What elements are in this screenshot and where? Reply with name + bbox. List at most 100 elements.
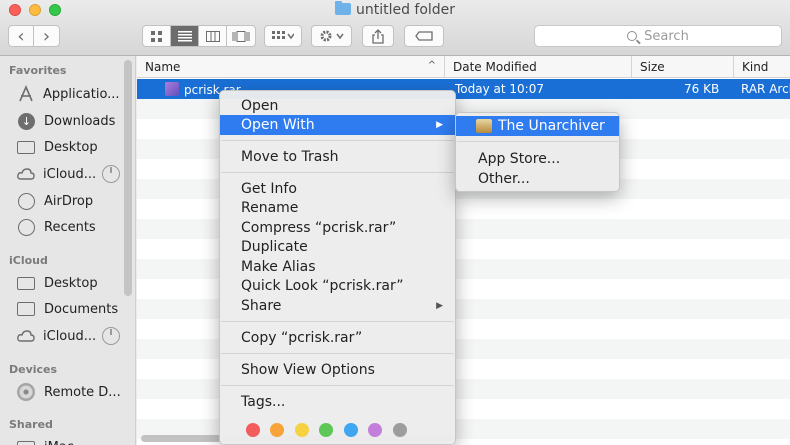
menu-separator	[221, 172, 454, 173]
submenu-arrow-icon: ▶	[436, 301, 443, 311]
tag-purple-dot[interactable]	[368, 423, 382, 437]
menu-item-label: Show View Options	[241, 362, 375, 378]
menu-separator	[457, 141, 618, 142]
action-button[interactable]	[311, 25, 352, 47]
sidebar-item-label: Documents	[44, 301, 119, 317]
menu-item-copy[interactable]: Copy “pcrisk.rar”	[220, 328, 455, 348]
sidebar: Favorites Applicatio... ↓ Downloads Desk…	[0, 56, 136, 445]
share-button[interactable]	[362, 25, 394, 47]
forward-button[interactable]: ›	[34, 26, 59, 46]
desktop-icon	[17, 276, 35, 290]
sidebar-item-icloud-drive[interactable]: iCloud...	[16, 163, 121, 185]
sidebar-item-recents[interactable]: Recents	[16, 216, 96, 238]
column-label: Name	[145, 60, 181, 74]
arrange-button[interactable]	[264, 25, 302, 47]
file-kind: RAR Archive	[741, 82, 790, 96]
sidebar-section-favorites: Favorites	[9, 64, 67, 77]
menu-item-duplicate[interactable]: Duplicate	[220, 237, 455, 257]
sidebar-item-remote-disc[interactable]: Remote D...	[16, 381, 121, 403]
search-field[interactable]: Search	[534, 25, 782, 47]
list-view-icon	[177, 30, 192, 41]
sidebar-item-downloads[interactable]: ↓ Downloads	[16, 110, 115, 132]
arrange-grid-icon	[272, 30, 294, 39]
sidebar-item-label: Recents	[44, 219, 96, 235]
sidebar-item-label: iMac	[44, 440, 74, 445]
sidebar-item-documents[interactable]: Documents	[16, 298, 118, 320]
sidebar-item-label: Desktop	[44, 139, 98, 155]
chevron-right-icon: ›	[42, 25, 51, 47]
sidebar-item-airdrop[interactable]: AirDrop	[16, 190, 93, 212]
menu-item-compress[interactable]: Compress “pcrisk.rar”	[220, 218, 455, 238]
menu-separator	[221, 140, 454, 141]
menu-item-get-info[interactable]: Get Info	[220, 179, 455, 199]
column-name[interactable]: Name ^	[137, 56, 445, 78]
column-size[interactable]: Size	[632, 56, 734, 78]
chevron-left-icon: ‹	[17, 25, 25, 47]
column-date-modified[interactable]: Date Modified	[445, 56, 632, 78]
tag-gray-dot[interactable]	[393, 423, 407, 437]
menu-item-show-view-options[interactable]: Show View Options	[220, 360, 455, 380]
back-button[interactable]: ‹	[9, 26, 34, 46]
sidebar-item-icloud-desktop[interactable]: Desktop	[16, 272, 98, 294]
downloads-icon: ↓	[18, 112, 35, 130]
file-date: Today at 10:07	[455, 82, 544, 96]
submenu-item-the-unarchiver[interactable]: The Unarchiver	[456, 116, 619, 136]
gear-icon	[320, 30, 344, 42]
sidebar-item-imac[interactable]: iMac	[16, 436, 74, 445]
sidebar-item-applications[interactable]: Applicatio...	[16, 83, 120, 105]
menu-item-rename[interactable]: Rename	[220, 198, 455, 218]
column-label: Kind	[742, 60, 769, 74]
applications-icon	[16, 85, 36, 103]
menu-item-label: Open	[241, 98, 279, 114]
menu-item-label: Get Info	[241, 181, 297, 197]
list-view-button[interactable]	[171, 26, 199, 46]
sidebar-item-label: iCloud...	[43, 166, 97, 182]
tag-green-dot[interactable]	[319, 423, 333, 437]
rar-archive-icon	[165, 82, 179, 96]
menu-separator	[221, 385, 454, 386]
tag-red-dot[interactable]	[246, 423, 260, 437]
search-placeholder: Search	[644, 28, 689, 44]
submenu-item-other[interactable]: Other...	[456, 169, 619, 189]
sidebar-item-label: Applicatio...	[43, 86, 120, 102]
menu-item-make-alias[interactable]: Make Alias	[220, 257, 455, 277]
sidebar-item-icloud-drive-2[interactable]: iCloud...	[16, 325, 121, 347]
sidebar-item-desktop[interactable]: Desktop	[16, 136, 98, 158]
computer-icon	[17, 441, 35, 445]
sidebar-item-label: iCloud...	[43, 328, 97, 344]
menu-item-tags[interactable]: Tags...	[220, 392, 455, 412]
tag-orange-dot[interactable]	[270, 423, 284, 437]
cover-flow-button[interactable]	[227, 26, 255, 46]
sidebar-item-label: Desktop	[44, 275, 98, 291]
menu-item-move-to-trash[interactable]: Move to Trash	[220, 147, 455, 167]
back-forward-control: ‹ ›	[8, 25, 60, 47]
sidebar-item-label: AirDrop	[44, 193, 94, 209]
disc-icon	[17, 383, 35, 401]
menu-item-quick-look[interactable]: Quick Look “pcrisk.rar”	[220, 276, 455, 296]
icon-view-button[interactable]	[143, 26, 171, 46]
menu-item-open-with[interactable]: Open With ▶	[220, 115, 455, 135]
icloud-progress-icon	[102, 327, 121, 345]
menu-item-label: Open With	[241, 117, 315, 133]
menu-item-open[interactable]: Open	[220, 96, 455, 116]
submenu-item-app-store[interactable]: App Store...	[456, 149, 619, 169]
submenu-item-label: The Unarchiver	[498, 118, 605, 134]
search-icon	[627, 31, 638, 41]
sidebar-scrollbar[interactable]	[124, 60, 132, 296]
menu-item-label: Duplicate	[241, 239, 308, 255]
window-title-text: untitled folder	[355, 2, 456, 18]
tag-yellow-dot[interactable]	[295, 423, 309, 437]
recents-icon	[18, 218, 35, 236]
edit-tags-button[interactable]	[404, 25, 444, 47]
column-kind[interactable]: Kind	[734, 56, 790, 78]
sidebar-item-label: Downloads	[44, 113, 116, 129]
menu-item-label: Tags...	[241, 394, 286, 410]
cloud-icon	[16, 165, 36, 183]
menu-item-share[interactable]: Share ▶	[220, 296, 455, 316]
tag-blue-dot[interactable]	[344, 423, 358, 437]
folder-icon	[334, 1, 351, 15]
documents-icon	[17, 302, 35, 316]
submenu-item-label: Other...	[478, 171, 530, 187]
column-view-button[interactable]	[199, 26, 227, 46]
menu-separator	[221, 321, 454, 322]
